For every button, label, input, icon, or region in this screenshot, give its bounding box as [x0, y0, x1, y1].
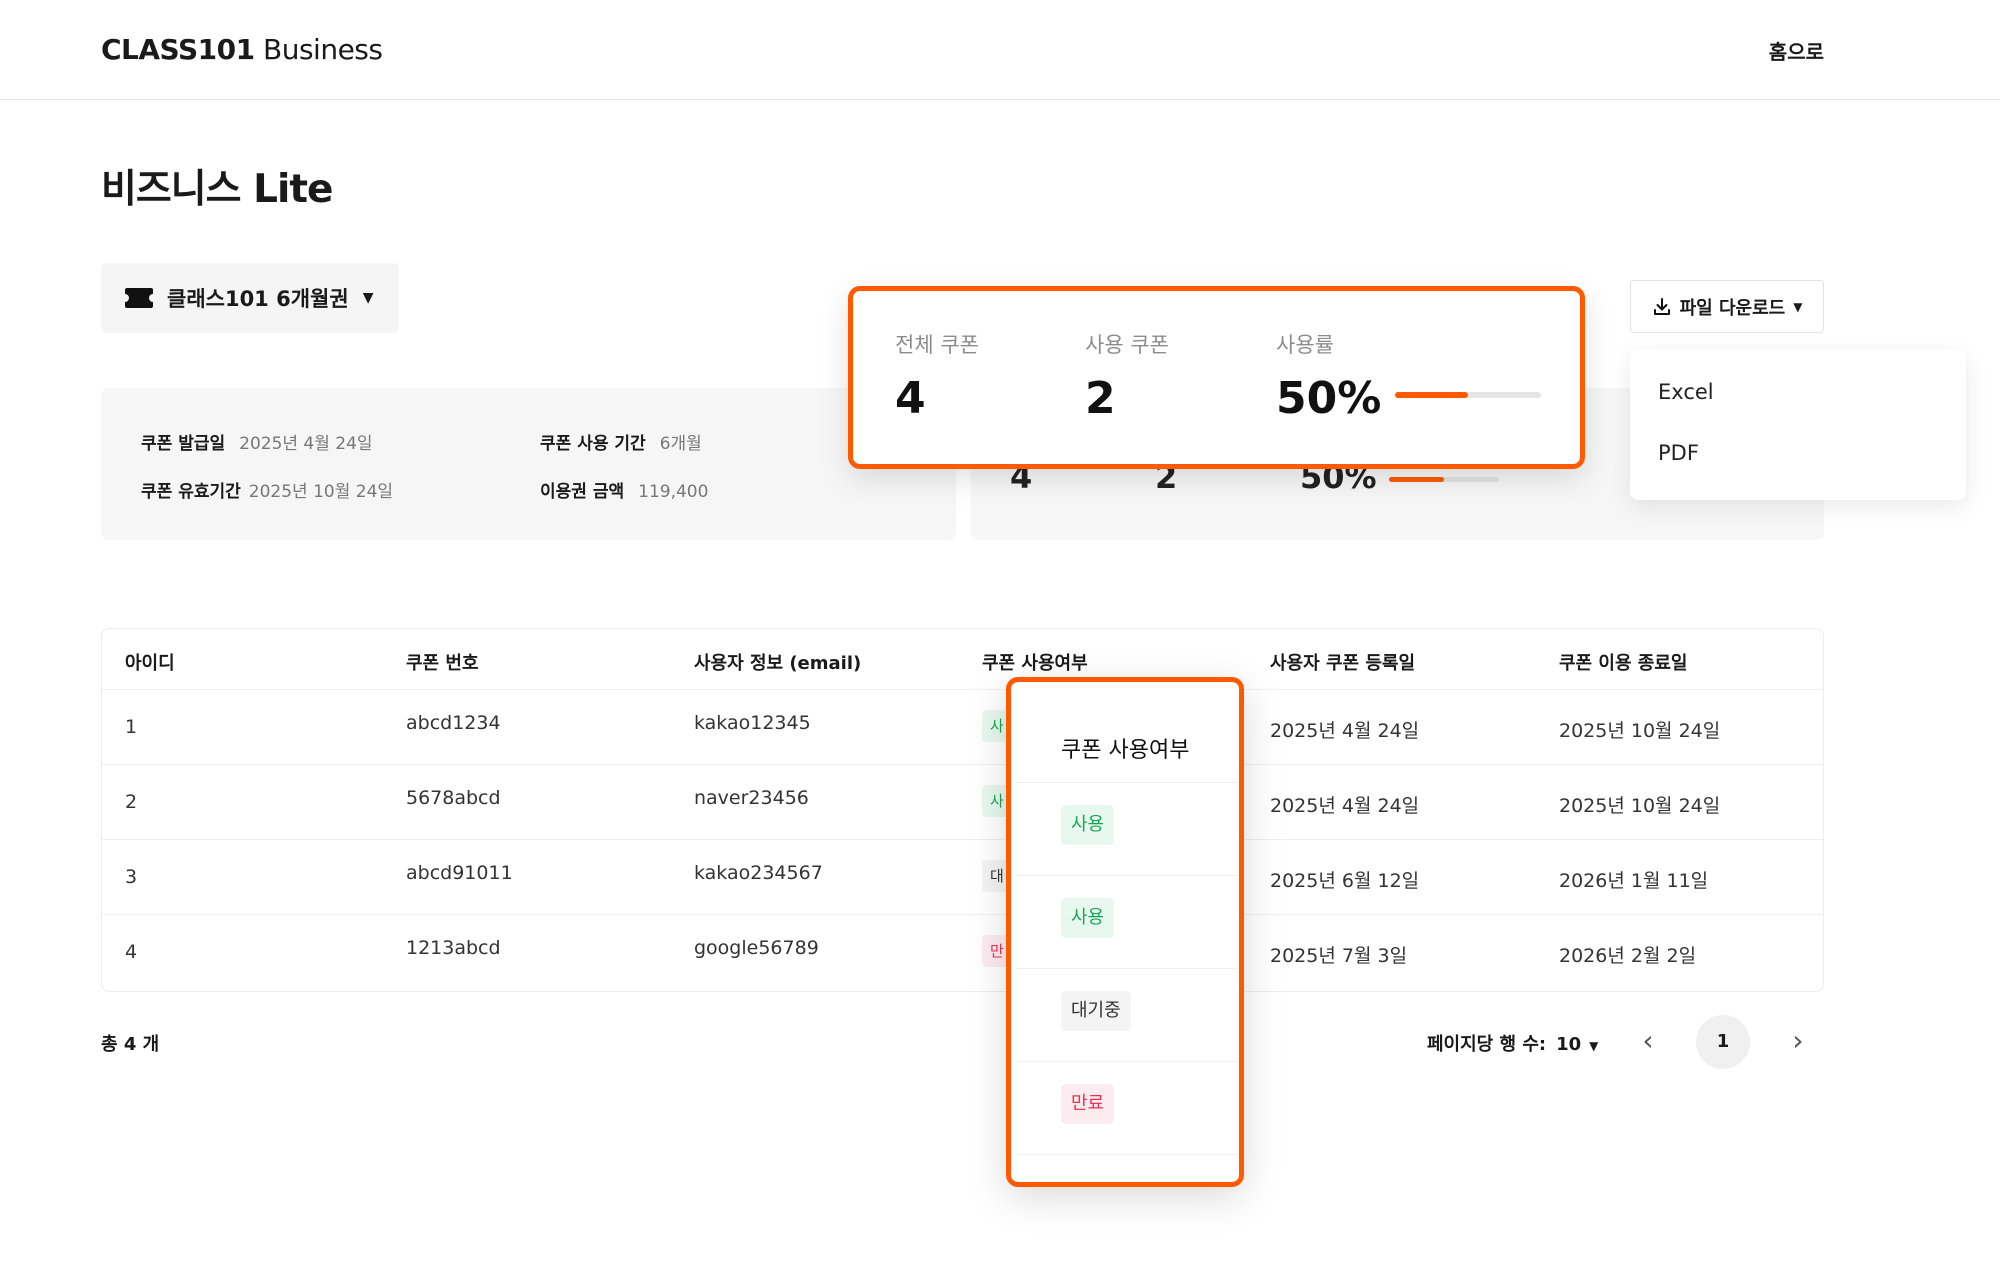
table-cell-email: naver23456 [694, 787, 809, 809]
usage-period-info: 쿠폰 사용 기간 6개월 [540, 429, 702, 454]
total-count: 총 4 개 [101, 1034, 160, 1055]
rows-per-page-label: 페이지당 행 수: [1427, 1034, 1547, 1055]
table-cell-id: 2 [125, 791, 138, 813]
issue-date-value: 2025년 4월 24일 [239, 434, 373, 454]
table-cell-registered: 2025년 4월 24일 [1270, 795, 1420, 817]
coupon-info-card: 쿠폰 발급일 2025년 4월 24일 쿠폰 사용 기간 6개월 쿠폰 유효기간 20… [101, 388, 956, 540]
table-cell-end: 2026년 1월 11일 [1559, 870, 1709, 892]
table-cell-email: kakao12345 [694, 712, 811, 734]
usage-rate-value: 50% [1276, 373, 1382, 424]
download-icon [1653, 297, 1670, 315]
price-info: 이용권 금액 119,400 [540, 477, 708, 502]
issue-date-label: 쿠폰 발급일 [141, 434, 226, 454]
chevron-right-icon[interactable]: › [1783, 1024, 1813, 1058]
table-cell-registered: 2025년 7월 3일 [1270, 945, 1408, 967]
popup-divider [1016, 1154, 1238, 1155]
popup-divider [1016, 1061, 1238, 1062]
popup-divider [1016, 968, 1238, 969]
chevron-left-icon[interactable]: ‹ [1633, 1024, 1663, 1058]
stats-card-rate-fill [1389, 477, 1444, 482]
usage-rate-progress-bar [1395, 392, 1541, 398]
row-divider [102, 914, 1823, 915]
coupon-status-filter-popup: 쿠폰 사용여부 사용 사용 대기중 만료 [1006, 677, 1244, 1187]
logo-bold-text: CLASS101 [101, 33, 255, 66]
used-coupons-label: 사용 쿠폰 [1085, 333, 1169, 357]
page-title: 비즈니스 Lite [101, 167, 333, 212]
table-cell-id: 3 [125, 866, 138, 888]
total-coupons-label: 전체 쿠폰 [895, 333, 979, 357]
page-number-current[interactable]: 1 [1696, 1015, 1750, 1069]
column-header-end-date: 쿠폰 이용 종료일 [1559, 653, 1688, 674]
price-label: 이용권 금액 [540, 482, 625, 502]
rows-per-page-selector[interactable]: 페이지당 행 수: 10 ▼ [1427, 1030, 1598, 1056]
status-option-used[interactable]: 사용 [1061, 898, 1115, 938]
column-header-status: 쿠폰 사용여부 [982, 653, 1088, 674]
coupon-type-label: 클래스101 6개월권 [167, 287, 349, 311]
column-header-registered: 사용자 쿠폰 등록일 [1270, 653, 1416, 674]
home-link[interactable]: 홈으로 [1769, 36, 1824, 65]
valid-until-label: 쿠폰 유효기간 [141, 482, 241, 502]
row-divider [102, 764, 1823, 765]
column-header-email: 사용자 정보 (email) [694, 653, 862, 674]
valid-until-value: 2025년 10월 24일 [248, 482, 394, 502]
coupon-type-dropdown[interactable]: 클래스101 6개월권 ▼ [101, 263, 399, 333]
column-header-coupon-code: 쿠폰 번호 [406, 653, 479, 674]
valid-until-info: 쿠폰 유효기간 2025년 10월 24일 [141, 477, 393, 502]
usage-period-label: 쿠폰 사용 기간 [540, 434, 646, 454]
download-option-pdf[interactable]: PDF [1658, 441, 1699, 465]
table-cell-code: abcd1234 [406, 712, 501, 734]
status-option-expired[interactable]: 만료 [1061, 1084, 1115, 1124]
table-cell-registered: 2025년 4월 24일 [1270, 720, 1420, 742]
rows-per-page-value: 10 [1556, 1034, 1582, 1055]
caret-down-icon: ▼ [1589, 1039, 1599, 1053]
table-cell-email: kakao234567 [694, 862, 823, 884]
logo-light-text: Business [263, 33, 383, 66]
popup-divider [1016, 782, 1238, 783]
status-option-used[interactable]: 사용 [1061, 805, 1115, 845]
stats-card-rate-bar [1389, 477, 1499, 482]
coupon-stats-highlight: 전체 쿠폰 4 사용 쿠폰 2 사용률 50% [848, 286, 1585, 469]
table-cell-end: 2025년 10월 24일 [1559, 795, 1721, 817]
used-coupons-value: 2 [1085, 373, 1116, 424]
usage-rate-label: 사용률 [1276, 333, 1334, 357]
status-filter-title: 쿠폰 사용여부 [1061, 738, 1190, 763]
row-divider [102, 839, 1823, 840]
issue-date-info: 쿠폰 발급일 2025년 4월 24일 [141, 429, 373, 454]
coupon-table: 아이디 쿠폰 번호 사용자 정보 (email) 쿠폰 사용여부 사용자 쿠폰 … [101, 628, 1824, 992]
total-coupons-value: 4 [895, 373, 926, 424]
usage-period-value: 6개월 [659, 434, 702, 454]
table-cell-code: abcd91011 [406, 862, 513, 884]
download-menu: Excel PDF [1630, 350, 1966, 500]
class101-business-logo[interactable]: CLASS101 Business [101, 33, 383, 66]
table-cell-registered: 2025년 6월 12일 [1270, 870, 1420, 892]
file-download-label: 파일 다운로드 [1679, 297, 1786, 319]
price-value: 119,400 [638, 482, 709, 502]
table-cell-code: 1213abcd [406, 937, 501, 959]
column-header-id: 아이디 [125, 653, 175, 674]
table-cell-id: 4 [125, 941, 138, 963]
usage-rate-progress-fill [1395, 392, 1468, 398]
ticket-icon [121, 288, 157, 308]
file-download-button[interactable]: 파일 다운로드 ▼ [1630, 280, 1824, 333]
row-divider [102, 689, 1823, 690]
top-header: CLASS101 Business 홈으로 [0, 0, 2000, 100]
table-cell-code: 5678abcd [406, 787, 501, 809]
caret-down-icon: ▼ [1793, 299, 1803, 314]
popup-divider [1016, 875, 1238, 876]
status-option-waiting[interactable]: 대기중 [1061, 991, 1131, 1031]
table-cell-email: google56789 [694, 937, 819, 959]
table-cell-id: 1 [125, 716, 138, 738]
caret-down-icon: ▼ [362, 290, 374, 306]
download-option-excel[interactable]: Excel [1658, 380, 1714, 404]
table-cell-end: 2026년 2월 2일 [1559, 945, 1697, 967]
table-cell-end: 2025년 10월 24일 [1559, 720, 1721, 742]
